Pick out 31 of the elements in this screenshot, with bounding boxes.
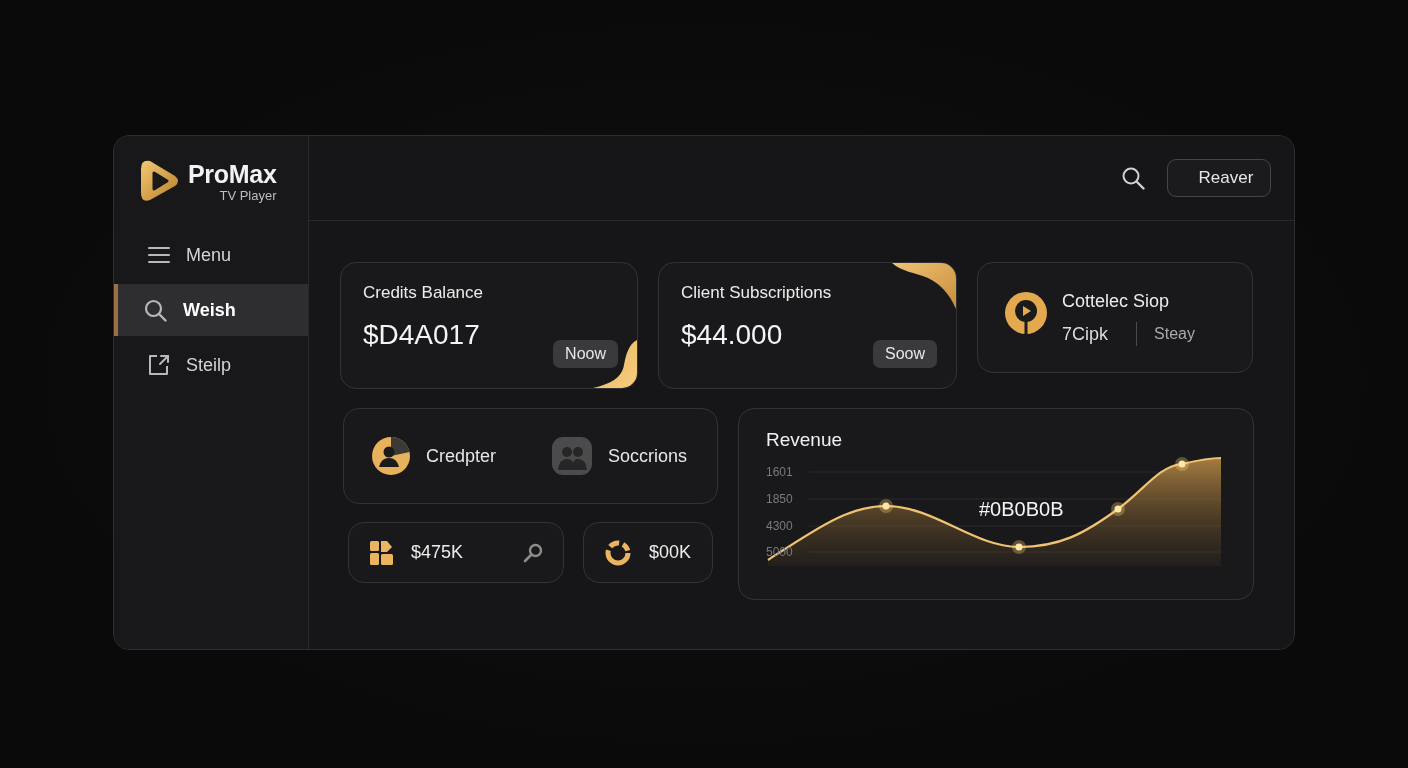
nav-item[interactable]: Steilp (114, 339, 308, 391)
ring-icon (605, 539, 631, 566)
play-logo-icon (140, 160, 180, 202)
card-title: Credits Balance (363, 282, 483, 304)
profile-value: 7Cipk (1062, 322, 1109, 345)
profile-status: Steay (1154, 324, 1195, 343)
tile-value: $475K (411, 542, 464, 563)
menu-icon (148, 246, 170, 264)
search-icon (144, 298, 167, 322)
app-name: ProMax (188, 160, 277, 188)
app-subtitle: TV Player (219, 188, 277, 203)
shortcut-link[interactable]: Credpter (372, 437, 497, 475)
play-pin-icon (1005, 291, 1047, 334)
card-value: $D4A017 (363, 318, 480, 352)
nav-item[interactable]: Weish (114, 284, 308, 336)
card-button[interactable]: Noow (553, 340, 618, 368)
header-button[interactable]: Reaver (1167, 159, 1271, 197)
card-title: Client Subscriptions (681, 282, 832, 304)
card-value: $44.000 (681, 318, 783, 352)
nav-item[interactable]: Menu (114, 229, 308, 281)
card-button[interactable]: Soow (872, 340, 937, 368)
box-arrow-icon (148, 354, 170, 376)
blocks-icon (370, 540, 393, 565)
search-icon[interactable] (1121, 166, 1145, 190)
tile-value: $00K (649, 542, 692, 563)
chart-title: Revenue (766, 428, 843, 452)
search-icon[interactable] (523, 542, 543, 563)
users-icon (552, 437, 592, 475)
shortcut-link[interactable]: Soccrions (552, 437, 688, 475)
profile-title: Cottelec Siop (1062, 289, 1170, 312)
user-circle-icon (372, 437, 410, 475)
